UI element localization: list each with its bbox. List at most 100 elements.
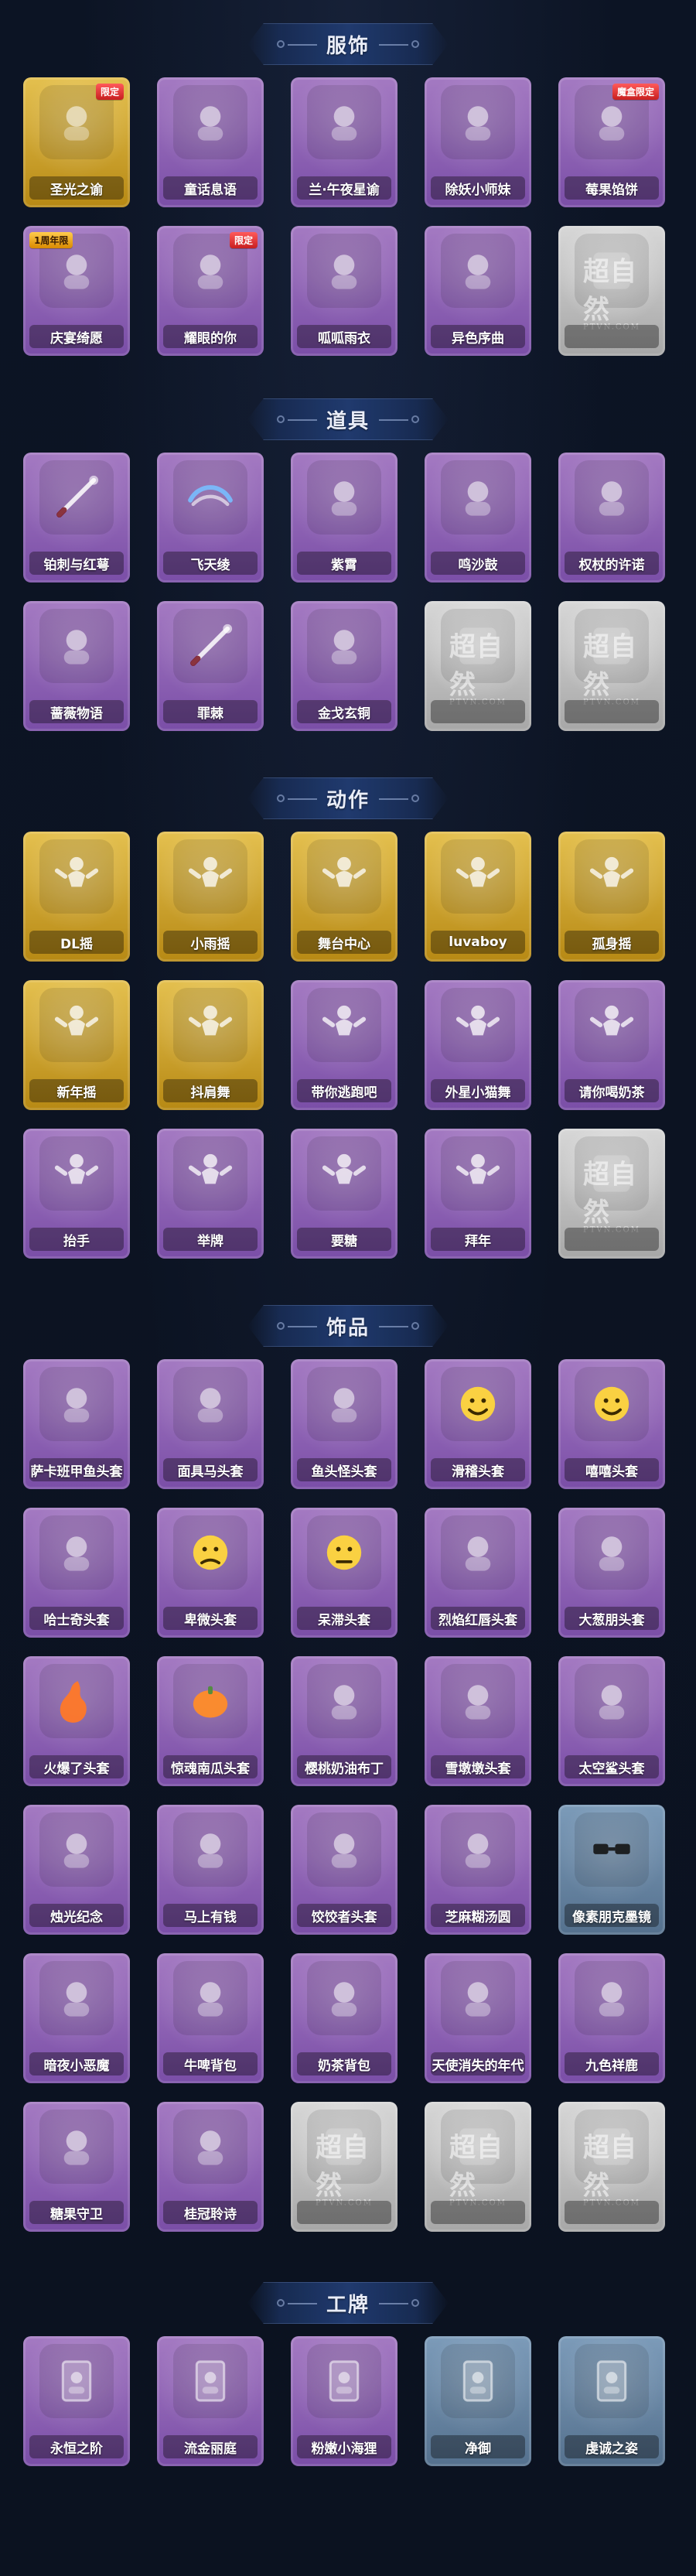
item-card[interactable]: 超自然 PTVN.COM — [558, 601, 665, 731]
grin-icon — [594, 1386, 629, 1422]
dumpling-icon — [331, 1833, 357, 1868]
item-card[interactable]: 外星小猫舞 — [425, 980, 531, 1110]
watermark-text: 超自然 — [449, 2132, 503, 2202]
item-card[interactable]: 孤身摇 — [558, 832, 665, 962]
item-card[interactable]: 卑微头套 — [157, 1508, 264, 1638]
item-card[interactable]: 魔盒限定 莓果馅饼 — [558, 77, 665, 207]
item-art — [39, 1961, 114, 2035]
item-card[interactable]: 兰·午夜星谕 — [291, 77, 397, 207]
item-card[interactable]: 飞天绫 — [157, 453, 264, 583]
item-art — [307, 1664, 381, 1738]
item-card[interactable]: 要糖 — [291, 1129, 397, 1259]
item-card[interactable]: 超自然 PTVN.COM — [558, 2102, 665, 2232]
item-card[interactable]: 九色祥鹿 — [558, 1953, 665, 2083]
item-card[interactable]: 新年摇 — [23, 980, 130, 1110]
bag-icon — [331, 1982, 357, 2017]
item-card[interactable]: 桂冠聆诗 — [157, 2102, 264, 2232]
item-card[interactable]: 鱼头怪头套 — [291, 1359, 397, 1489]
dance-icon — [322, 856, 367, 887]
item-card[interactable]: 除妖小师妹 — [425, 77, 531, 207]
item-card[interactable]: 牛啤背包 — [157, 1953, 264, 2083]
item-card[interactable]: 罪棘 — [157, 601, 264, 731]
item-card[interactable]: 小雨摇 — [157, 832, 264, 962]
item-card[interactable]: 流金丽庭 — [157, 2336, 264, 2466]
badge-frame-icon — [195, 2360, 226, 2402]
item-label: 卑微头套 — [163, 1607, 258, 1630]
item-label: 呱呱雨衣 — [297, 325, 391, 348]
item-card[interactable]: 惊魂南瓜头套 — [157, 1656, 264, 1786]
item-art — [441, 1961, 515, 2035]
section-header: 服饰 — [247, 23, 449, 65]
item-card[interactable]: 嘻嘻头套 — [558, 1359, 665, 1489]
item-card[interactable]: 权杖的许诺 — [558, 453, 665, 583]
item-card[interactable]: 1周年限 庆宴绮愿 — [23, 226, 130, 356]
item-art — [173, 1812, 247, 1887]
item-card[interactable]: 马上有钱 — [157, 1805, 264, 1935]
item-card[interactable]: 异色序曲 — [425, 226, 531, 356]
item-card[interactable]: 超自然 PTVN.COM — [558, 1129, 665, 1259]
item-card[interactable]: 呆滞头套 — [291, 1508, 397, 1638]
item-card[interactable]: 哈士奇头套 — [23, 1508, 130, 1638]
item-card[interactable]: 萨卡班甲鱼头套 — [23, 1359, 130, 1489]
item-label: 圣光之谕 — [29, 176, 124, 200]
page: 服饰限定 圣光之谕 童话息语 兰·午夜星谕 除妖小师妹 魔盒限定 莓果馅饼 1周年限 庆宴绮愿限… — [0, 0, 696, 2576]
item-card[interactable]: 太空鲨头套 — [558, 1656, 665, 1786]
character-portrait-icon — [331, 255, 357, 289]
item-card[interactable]: 雪墩墩头套 — [425, 1656, 531, 1786]
item-card[interactable]: 虔诚之姿 — [558, 2336, 665, 2466]
item-art — [441, 1664, 515, 1738]
item-card[interactable]: 超自然 PTVN.COM — [425, 2102, 531, 2232]
item-card[interactable]: 带你逃跑吧 — [291, 980, 397, 1110]
item-card[interactable]: 呱呱雨衣 — [291, 226, 397, 356]
item-card[interactable]: 天使消失的年代 — [425, 1953, 531, 2083]
item-card[interactable]: 铂刺与红萼 — [23, 453, 130, 583]
item-card[interactable]: 金戈玄铜 — [291, 601, 397, 731]
item-card[interactable]: 暗夜小恶魔 — [23, 1953, 130, 2083]
item-card[interactable]: 请你喝奶茶 — [558, 980, 665, 1110]
item-label: 孤身摇 — [565, 931, 659, 954]
item-card[interactable]: 限定 耀眼的你 — [157, 226, 264, 356]
spear-icon — [190, 624, 233, 666]
item-art — [441, 234, 515, 308]
item-card[interactable]: 饺饺者头套 — [291, 1805, 397, 1935]
dance-icon — [322, 1005, 367, 1036]
item-card[interactable]: luvaboy — [425, 832, 531, 962]
item-card[interactable]: 抖肩舞 — [157, 980, 264, 1110]
item-card[interactable]: 举牌 — [157, 1129, 264, 1259]
item-card[interactable]: DL摇 — [23, 832, 130, 962]
item-art — [575, 988, 649, 1062]
pudding-icon — [331, 1685, 357, 1720]
item-card[interactable]: 奶茶背包 — [291, 1953, 397, 2083]
item-card[interactable]: 烛光纪念 — [23, 1805, 130, 1935]
item-card[interactable]: 舞台中心 — [291, 832, 397, 962]
item-card[interactable]: 鸣沙鼓 — [425, 453, 531, 583]
item-card[interactable]: 糖果守卫 — [23, 2102, 130, 2232]
item-card[interactable]: 蔷薇物语 — [23, 601, 130, 731]
item-card[interactable]: 像素朋克墨镜 — [558, 1805, 665, 1935]
devil-icon — [63, 1982, 90, 2017]
item-card[interactable]: 烈焰红唇头套 — [425, 1508, 531, 1638]
item-label: 糖果守卫 — [29, 2201, 124, 2224]
item-card[interactable]: 童话息语 — [157, 77, 264, 207]
item-card[interactable]: 拜年 — [425, 1129, 531, 1259]
item-card[interactable]: 粉嫩小海狸 — [291, 2336, 397, 2466]
item-art — [575, 1664, 649, 1738]
item-card[interactable]: 超自然 PTVN.COM — [558, 226, 665, 356]
item-card[interactable]: 净御 — [425, 2336, 531, 2466]
item-card[interactable]: 超自然 PTVN.COM — [291, 2102, 397, 2232]
item-card[interactable]: 抬手 — [23, 1129, 130, 1259]
item-card[interactable]: 永恒之阶 — [23, 2336, 130, 2466]
item-card[interactable]: 面具马头套 — [157, 1359, 264, 1489]
item-card[interactable]: 限定 圣光之谕 — [23, 77, 130, 207]
item-art — [307, 1515, 381, 1590]
item-card[interactable]: 火爆了头套 — [23, 1656, 130, 1786]
watermark: 超自然 PTVN.COM — [583, 2127, 640, 2208]
item-card[interactable]: 樱桃奶油布丁 — [291, 1656, 397, 1786]
item-card[interactable]: 超自然 PTVN.COM — [425, 601, 531, 731]
item-card[interactable]: 紫霄 — [291, 453, 397, 583]
item-card[interactable]: 大葱朋头套 — [558, 1508, 665, 1638]
item-label: 金戈玄铜 — [297, 700, 391, 723]
character-portrait-icon — [197, 106, 223, 141]
item-card[interactable]: 滑稽头套 — [425, 1359, 531, 1489]
item-card[interactable]: 芝麻糊汤圆 — [425, 1805, 531, 1935]
